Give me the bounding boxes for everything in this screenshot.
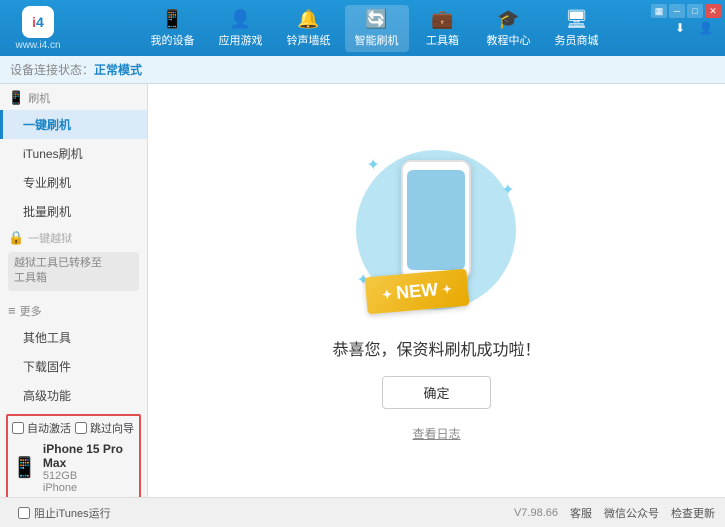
nav-toolbox[interactable]: 💼 工具箱 bbox=[413, 5, 473, 52]
main-content: ✦ ✦ ✦ NEW 恭喜您，保资料刷机成功啦！ 确定 查看日志 bbox=[148, 84, 725, 497]
sidebar-item-itunes-flash[interactable]: iTunes刷机 bbox=[0, 139, 147, 168]
app-logo: i4 www.i4.cn bbox=[8, 6, 68, 51]
nav-ringtones[interactable]: 🔔 铃声墙纸 bbox=[277, 5, 341, 52]
auto-activate-checkbox[interactable]: 自动激活 bbox=[12, 420, 71, 436]
version-text: V7.98.66 bbox=[514, 507, 558, 519]
toolbox-icon: 💼 bbox=[431, 9, 453, 30]
sidebar: 📱 刷机 一键刷机 iTunes刷机 专业刷机 批量刷机 🔒 一键越狱 越狱工具… bbox=[0, 84, 148, 497]
ringtones-icon: 🔔 bbox=[297, 9, 319, 30]
more-section-label: 更多 bbox=[20, 303, 42, 319]
nav-smart-flash[interactable]: 🔄 智能刷机 bbox=[345, 5, 409, 52]
smart-flash-label: 智能刷机 bbox=[355, 32, 399, 48]
bottom-right: V7.98.66 客服 微信公众号 检查更新 bbox=[514, 505, 715, 521]
header-actions: ⬇ 👤 bbox=[669, 17, 717, 39]
advanced-label: 高级功能 bbox=[23, 389, 71, 403]
sidebar-item-download-firmware[interactable]: 下载固件 bbox=[0, 352, 147, 381]
maximize-button[interactable]: □ bbox=[687, 4, 703, 18]
wifi-icon: ▦ bbox=[651, 4, 667, 18]
service-label: 务员商城 bbox=[555, 32, 599, 48]
skip-guide-label: 跳过向导 bbox=[90, 420, 134, 436]
sub-header: 设备连接状态： 正常模式 bbox=[0, 56, 725, 84]
sparkle-icon-1: ✦ bbox=[366, 155, 379, 175]
device-info: 📱 iPhone 15 Pro Max 512GB iPhone bbox=[12, 440, 135, 496]
toolbox-label: 工具箱 bbox=[426, 32, 459, 48]
auto-activate-label: 自动激活 bbox=[27, 420, 71, 436]
logo-icon: i4 bbox=[22, 6, 54, 38]
device-name: iPhone 15 Pro Max bbox=[43, 442, 135, 470]
lock-icon: 🔒 bbox=[8, 230, 24, 246]
sidebar-item-batch-flash[interactable]: 批量刷机 bbox=[0, 197, 147, 226]
sidebar-section-more: ≡ 更多 bbox=[0, 297, 147, 323]
sidebar-disabled-notice: 越狱工具已转移至工具箱 bbox=[8, 252, 139, 291]
tutorial-icon: 🎓 bbox=[497, 9, 519, 30]
flash-section-icon: 📱 bbox=[8, 90, 24, 106]
sparkle-icon-2: ✦ bbox=[501, 180, 514, 200]
nav-my-device[interactable]: 📱 我的设备 bbox=[141, 5, 205, 52]
auto-activate-input[interactable] bbox=[12, 422, 24, 434]
close-button[interactable]: ✕ bbox=[705, 4, 721, 18]
jailbreak-section-label: 一键越狱 bbox=[28, 230, 72, 246]
success-container: ✦ ✦ ✦ NEW 恭喜您，保资料刷机成功啦！ 确定 查看日志 bbox=[332, 140, 540, 442]
flash-section-label: 刷机 bbox=[28, 90, 50, 106]
sidebar-item-advanced[interactable]: 高级功能 bbox=[0, 381, 147, 410]
itunes-checkbox[interactable] bbox=[18, 507, 30, 519]
user-button[interactable]: 👤 bbox=[695, 17, 717, 39]
skip-guide-input[interactable] bbox=[75, 422, 87, 434]
wechat-link[interactable]: 微信公众号 bbox=[604, 505, 659, 521]
nav-service[interactable]: 🖥 务员商城 bbox=[545, 5, 609, 52]
sub-header-prefix: 设备连接状态： bbox=[10, 61, 94, 78]
minimize-button[interactable]: ─ bbox=[669, 4, 685, 18]
download-firmware-label: 下载固件 bbox=[23, 360, 71, 374]
bottom-bar: 阻止iTunes运行 V7.98.66 客服 微信公众号 检查更新 bbox=[0, 497, 725, 527]
batch-flash-label: 批量刷机 bbox=[23, 205, 71, 219]
device-details: iPhone 15 Pro Max 512GB iPhone bbox=[43, 442, 135, 494]
logo-text: www.i4.cn bbox=[15, 40, 60, 51]
itunes-label: 阻止iTunes运行 bbox=[34, 505, 111, 521]
skip-guide-checkbox[interactable]: 跳过向导 bbox=[75, 420, 134, 436]
success-text: 恭喜您，保资料刷机成功啦！ bbox=[332, 336, 540, 360]
ringtones-label: 铃声墙纸 bbox=[287, 32, 331, 48]
tutorial-label: 教程中心 bbox=[487, 32, 531, 48]
sidebar-item-pro-flash[interactable]: 专业刷机 bbox=[0, 168, 147, 197]
device-checkboxes: 自动激活 跳过向导 bbox=[12, 420, 135, 436]
phone-screen bbox=[407, 170, 465, 270]
my-device-icon: 📱 bbox=[161, 9, 183, 30]
disabled-notice-text: 越狱工具已转移至工具箱 bbox=[14, 257, 102, 284]
nav-tutorial[interactable]: 🎓 教程中心 bbox=[477, 5, 541, 52]
phone-illustration: ✦ ✦ ✦ NEW bbox=[346, 140, 526, 320]
pro-flash-label: 专业刷机 bbox=[23, 176, 71, 190]
device-storage: 512GB bbox=[43, 470, 135, 482]
one-key-flash-label: 一键刷机 bbox=[23, 118, 71, 132]
my-device-label: 我的设备 bbox=[151, 32, 195, 48]
sidebar-section-flash: 📱 刷机 bbox=[0, 84, 147, 110]
log-link[interactable]: 查看日志 bbox=[412, 425, 460, 442]
nav-apps-games[interactable]: 👤 应用游戏 bbox=[209, 5, 273, 52]
sidebar-section-jailbreak: 🔒 一键越狱 bbox=[0, 226, 147, 250]
itunes-bar: 阻止iTunes运行 bbox=[10, 501, 119, 525]
main-layout: 📱 刷机 一键刷机 iTunes刷机 专业刷机 批量刷机 🔒 一键越狱 越狱工具… bbox=[0, 84, 725, 497]
check-update-link[interactable]: 检查更新 bbox=[671, 505, 715, 521]
download-button[interactable]: ⬇ bbox=[669, 17, 691, 39]
confirm-button[interactable]: 确定 bbox=[382, 376, 490, 409]
device-phone-icon: 📱 bbox=[12, 455, 37, 480]
app-header: i4 www.i4.cn 📱 我的设备 👤 应用游戏 🔔 铃声墙纸 🔄 智能刷机 bbox=[0, 0, 725, 56]
smart-flash-icon: 🔄 bbox=[365, 9, 387, 30]
window-controls: ▦ ─ □ ✕ bbox=[651, 4, 721, 18]
sidebar-item-one-key-flash[interactable]: 一键刷机 bbox=[0, 110, 147, 139]
phone-body bbox=[401, 160, 471, 280]
device-type: iPhone bbox=[43, 482, 135, 494]
sidebar-item-other-tools[interactable]: 其他工具 bbox=[0, 323, 147, 352]
apps-games-icon: 👤 bbox=[229, 9, 251, 30]
itunes-flash-label: iTunes刷机 bbox=[23, 147, 83, 161]
service-icon: 🖥 bbox=[565, 9, 588, 30]
main-nav: 📱 我的设备 👤 应用游戏 🔔 铃声墙纸 🔄 智能刷机 💼 工具箱 🎓 bbox=[80, 5, 669, 52]
sub-header-status: 正常模式 bbox=[94, 61, 142, 78]
other-tools-label: 其他工具 bbox=[23, 331, 71, 345]
customer-service-link[interactable]: 客服 bbox=[570, 505, 592, 521]
more-section-icon: ≡ bbox=[8, 303, 16, 318]
apps-games-label: 应用游戏 bbox=[219, 32, 263, 48]
device-section: 自动激活 跳过向导 📱 iPhone 15 Pro Max 512GB iPho… bbox=[6, 414, 141, 497]
